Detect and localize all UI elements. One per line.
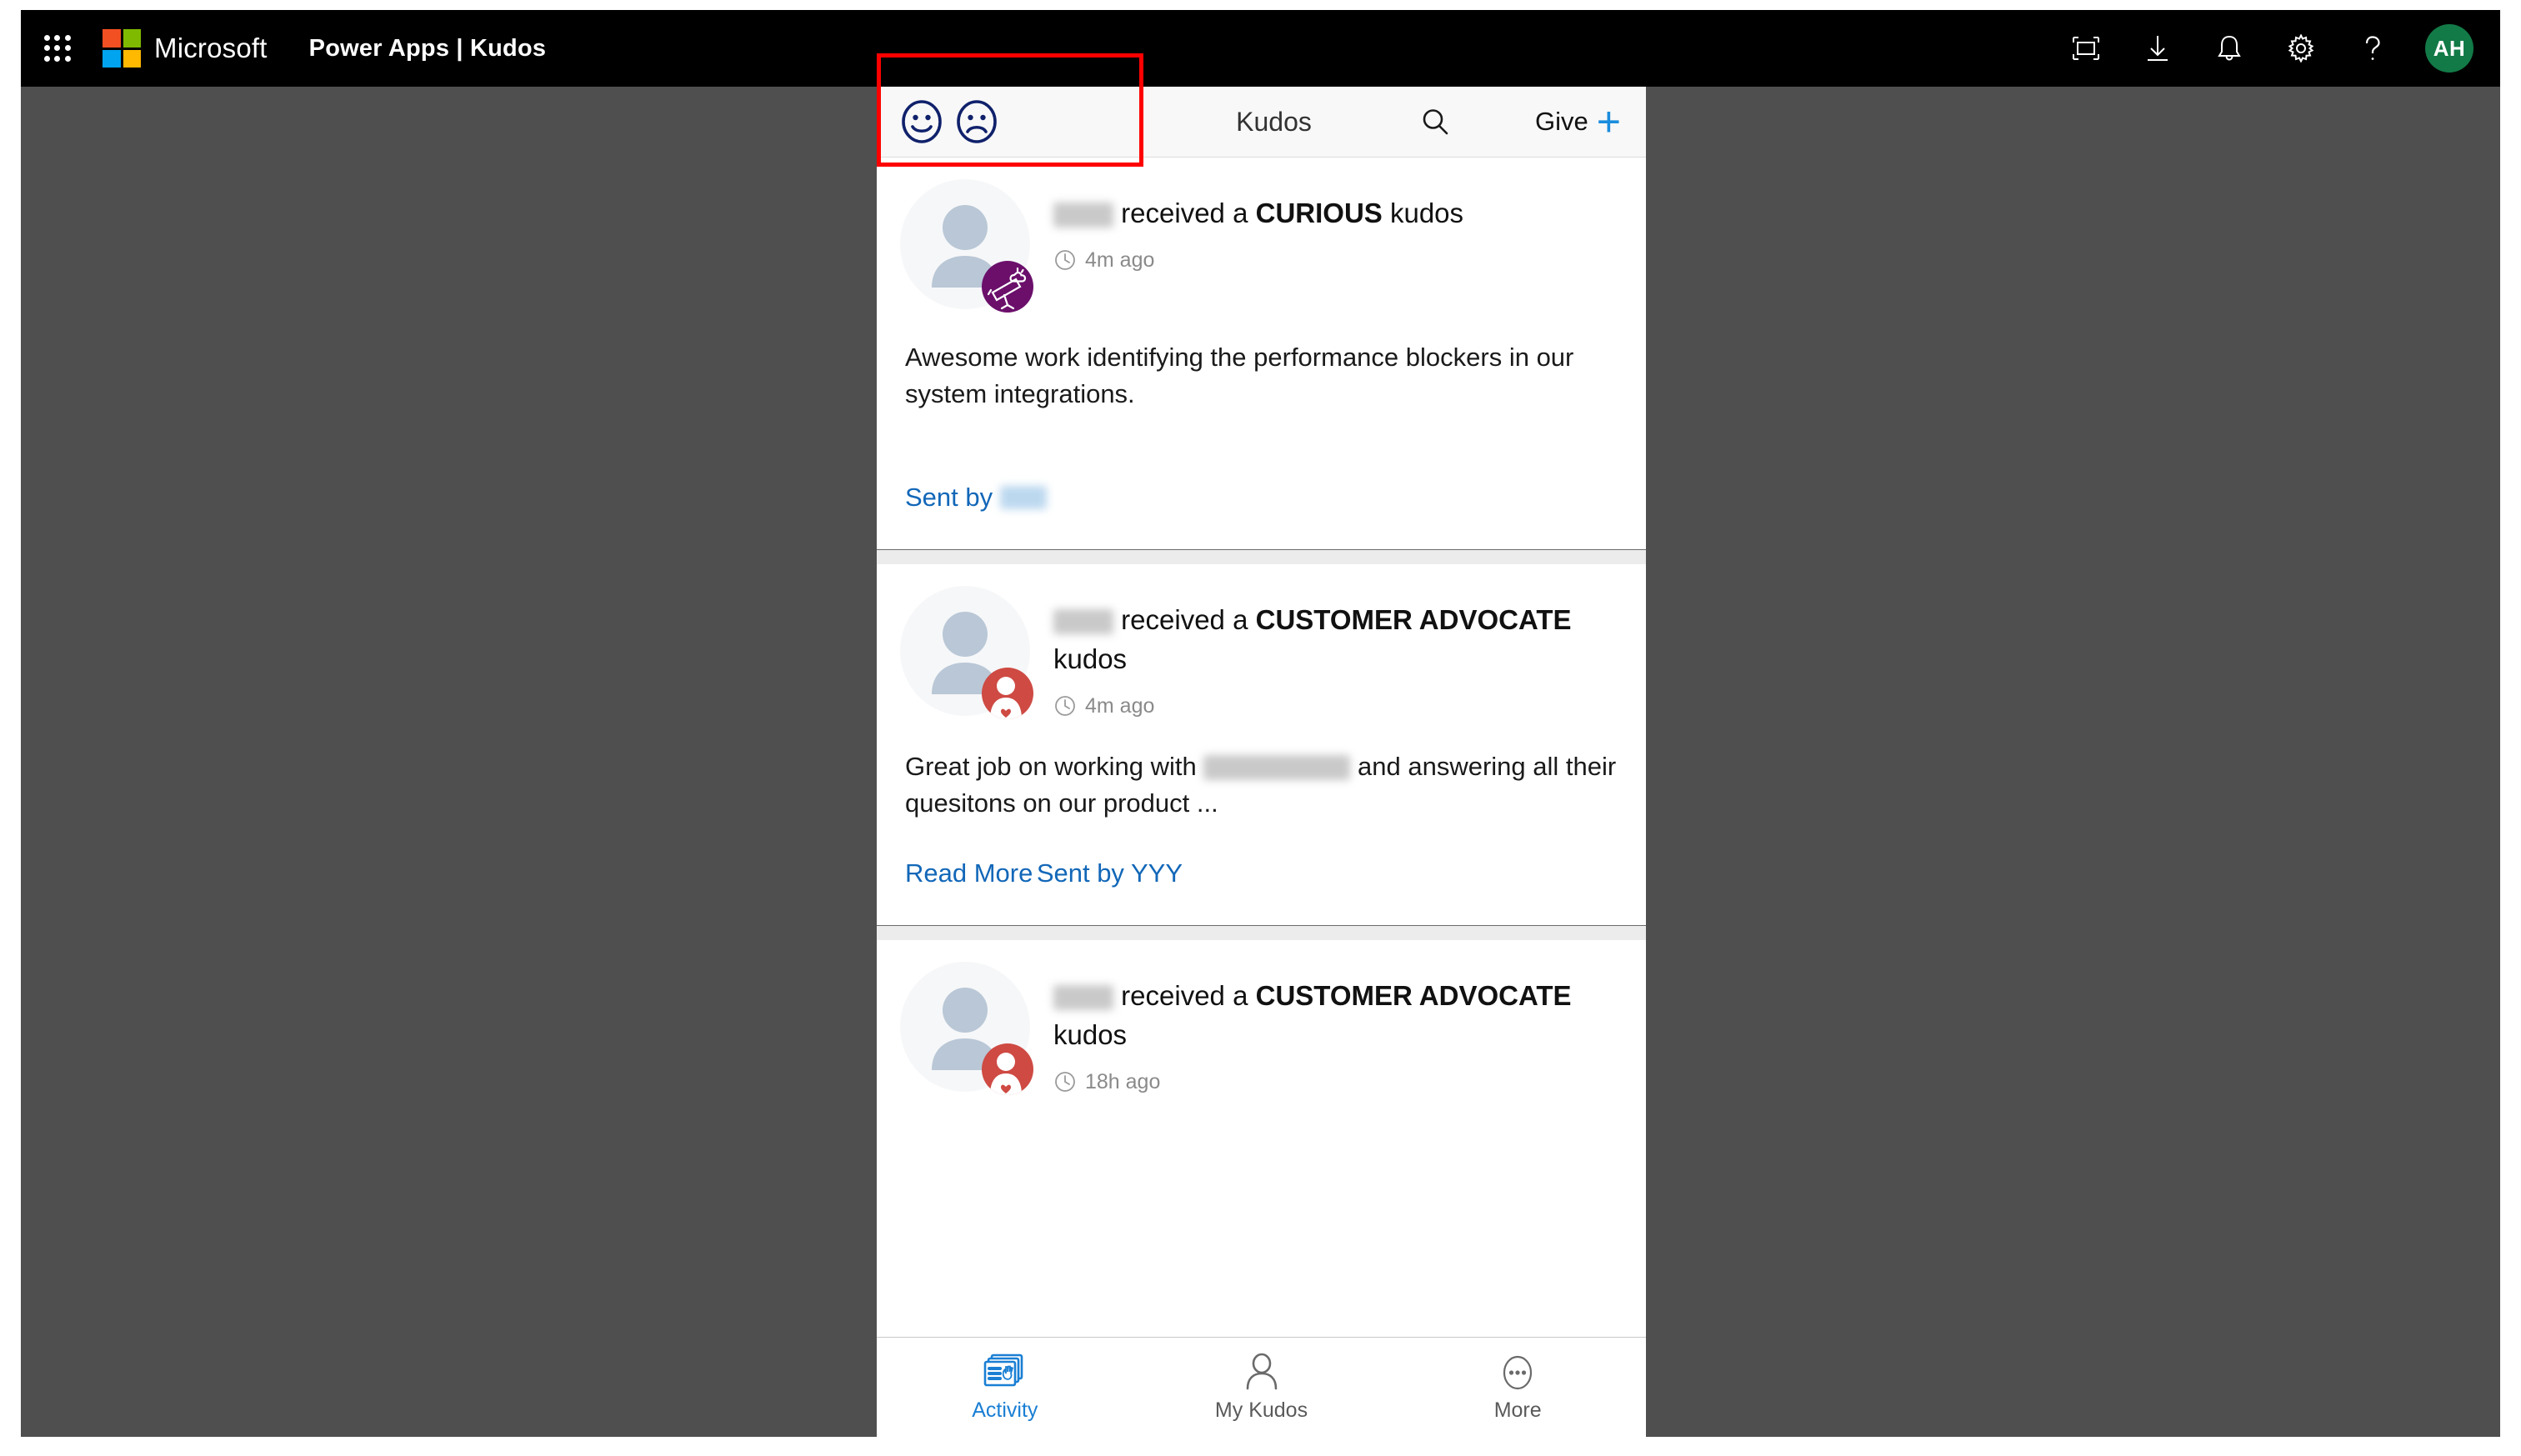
bottom-navigation: Activity My Kudos More xyxy=(877,1337,1646,1437)
kudos-card[interactable]: received a CURIOUS kudos 4m ago Awesome … xyxy=(877,158,1646,550)
app-header: Kudos Give + xyxy=(877,87,1646,158)
suite-bar: Microsoft Power Apps | Kudos AH xyxy=(21,10,2500,87)
card-divider xyxy=(877,924,1646,940)
timestamp-label: 4m ago xyxy=(1085,693,1155,718)
kudos-type: CUSTOMER ADVOCATE xyxy=(1255,604,1572,636)
sent-by-label: Sent by xyxy=(905,483,993,513)
mood-selector[interactable] xyxy=(898,98,1000,145)
brand-label: Microsoft xyxy=(154,33,268,63)
kudos-headline-block: received a CUSTOMER ADVOCATE kudos 18h a… xyxy=(1053,962,1624,1094)
frowny-face-icon[interactable] xyxy=(953,98,1000,145)
bell-icon[interactable] xyxy=(2210,29,2248,68)
gear-icon[interactable] xyxy=(2282,29,2320,68)
ellipsis-icon xyxy=(1498,1352,1538,1393)
redacted-recipient-name xyxy=(1053,609,1113,635)
kudos-feed[interactable]: received a CURIOUS kudos 4m ago Awesome … xyxy=(877,158,1646,1337)
kudos-card-header: received a CUSTOMER ADVOCATE kudos 18h a… xyxy=(877,961,1646,1095)
kudos-message: Great job on working with and answering … xyxy=(905,748,1618,822)
message-before: Great job on working with xyxy=(905,751,1197,781)
headline-suffix: kudos xyxy=(1053,1018,1128,1050)
download-icon[interactable] xyxy=(2138,29,2177,68)
sent-by-name: YYY xyxy=(1131,858,1183,888)
nav-item-activity[interactable]: Activity xyxy=(877,1352,1133,1423)
sent-by-label: Sent by xyxy=(1036,858,1124,888)
activity-clap-icon xyxy=(982,1352,1028,1393)
timestamp: 4m ago xyxy=(1053,248,1624,273)
person-icon xyxy=(1242,1352,1282,1393)
kudos-card-body: Great job on working with and answering … xyxy=(877,748,1646,925)
kudos-card-header: received a CURIOUS kudos 4m ago xyxy=(877,179,1646,313)
nav-item-more[interactable]: More xyxy=(1389,1352,1646,1423)
headline-prefix: received a xyxy=(1121,604,1248,636)
nav-label-activity: Activity xyxy=(972,1398,1038,1422)
redacted-sender-name xyxy=(999,486,1047,510)
kudos-card-header: received a CUSTOMER ADVOCATE kudos 4m ag… xyxy=(877,586,1646,720)
kudos-headline: received a CUSTOMER ADVOCATE kudos xyxy=(1053,977,1624,1055)
headline-prefix: received a xyxy=(1121,979,1248,1011)
avatar[interactable]: AH xyxy=(2425,24,2473,73)
give-label: Give xyxy=(1535,107,1588,136)
card-spacer xyxy=(905,888,1618,925)
kudos-headline: received a CUSTOMER ADVOCATE kudos xyxy=(1053,601,1624,679)
kudos-type: CUSTOMER ADVOCATE xyxy=(1255,979,1572,1011)
kudos-headline-block: received a CUSTOMER ADVOCATE kudos 4m ag… xyxy=(1053,586,1624,718)
fullscreen-icon[interactable] xyxy=(2067,29,2105,68)
kudos-headline: received a CURIOUS kudos xyxy=(1053,194,1624,233)
nav-label-my-kudos: My Kudos xyxy=(1214,1398,1308,1422)
read-more-link[interactable]: Read More xyxy=(905,858,1033,888)
search-icon[interactable] xyxy=(1416,103,1454,141)
redacted-customer-name xyxy=(1203,754,1351,780)
headline-suffix: kudos xyxy=(1389,198,1464,228)
kudos-message: Awesome work identifying the performance… xyxy=(905,343,1574,409)
give-button[interactable]: Give + xyxy=(1535,98,1621,145)
timestamp: 18h ago xyxy=(1053,1070,1624,1094)
kudos-type: CURIOUS xyxy=(1255,198,1383,228)
smiley-face-icon[interactable] xyxy=(898,98,945,145)
redacted-recipient-name xyxy=(1053,203,1113,228)
kudos-card-body: Awesome work identifying the performance… xyxy=(877,339,1646,549)
plus-icon: + xyxy=(1596,98,1621,145)
redacted-recipient-name xyxy=(1053,984,1113,1010)
sent-by-link[interactable]: Sent by YYY xyxy=(1037,858,1183,888)
nav-label-more: More xyxy=(1493,1398,1542,1422)
timestamp-label: 4m ago xyxy=(1085,248,1155,272)
timestamp-label: 18h ago xyxy=(1085,1069,1161,1093)
card-spacer xyxy=(905,513,1618,549)
recipient-avatar xyxy=(900,586,1033,720)
customer-advocate-icon xyxy=(982,668,1033,720)
kudos-card[interactable]: received a CUSTOMER ADVOCATE kudos 4m ag… xyxy=(877,564,1646,925)
app-title-label: Power Apps | Kudos xyxy=(308,34,547,62)
kudos-headline-block: received a CURIOUS kudos 4m ago xyxy=(1053,179,1624,309)
headline-suffix: kudos xyxy=(1053,643,1128,674)
suite-bar-actions: AH xyxy=(2067,24,2500,73)
card-divider xyxy=(877,549,1646,565)
nav-item-my-kudos[interactable]: My Kudos xyxy=(1133,1352,1390,1423)
sent-by-link[interactable]: Sent by xyxy=(905,449,1047,513)
kudos-card[interactable]: received a CUSTOMER ADVOCATE kudos 18h a… xyxy=(877,939,1646,1095)
telescope-icon xyxy=(982,261,1033,313)
waffle-grid-icon[interactable] xyxy=(39,30,76,67)
help-icon[interactable] xyxy=(2353,29,2392,68)
recipient-avatar xyxy=(900,961,1033,1095)
kudos-app-panel: Kudos Give + received a CURIOUS kudos 4m… xyxy=(877,87,1646,1437)
customer-advocate-icon xyxy=(982,1043,1033,1095)
browser-frame: Microsoft Power Apps | Kudos AH Kudos Gi… xyxy=(21,10,2500,1437)
recipient-avatar xyxy=(900,179,1033,313)
microsoft-logo-icon xyxy=(103,29,141,68)
timestamp: 4m ago xyxy=(1053,694,1624,718)
headline-prefix: received a xyxy=(1121,198,1248,228)
